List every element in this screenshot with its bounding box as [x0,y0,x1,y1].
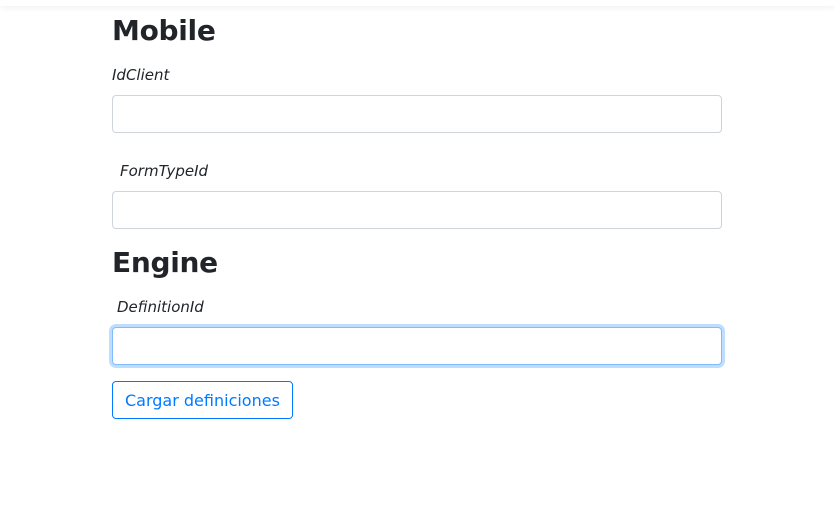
top-navbar-edge [0,0,835,6]
formtypeid-label: FormTypeId [120,162,209,180]
idclient-label: IdClient [112,66,170,84]
definitionid-input[interactable] [112,327,722,365]
load-definitions-button[interactable]: Cargar definiciones [112,381,293,419]
engine-section-heading: Engine [112,246,218,279]
formtypeid-input[interactable] [112,191,722,229]
definitionid-label: DefinitionId [117,298,204,316]
mobile-section-heading: Mobile [112,14,216,47]
idclient-input[interactable] [112,95,722,133]
